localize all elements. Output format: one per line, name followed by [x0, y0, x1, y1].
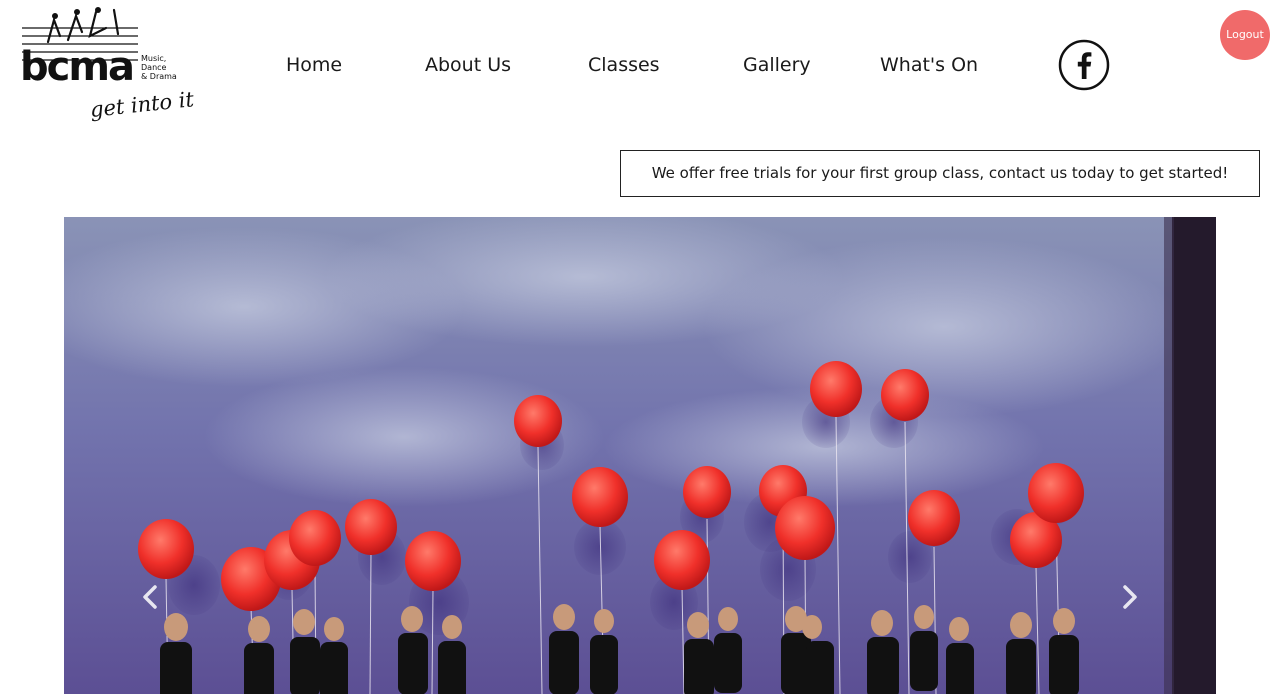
logo-tagline-2: Dance [141, 63, 167, 72]
logo-tagline-1: Music, [141, 54, 166, 63]
page: bcma Music, Dance & Drama get into it! H… [0, 0, 1280, 694]
chevron-right-icon [1123, 585, 1137, 609]
nav-whats-on[interactable]: What's On [880, 50, 978, 80]
logo-wordmark: bcma [20, 44, 133, 90]
facebook-icon[interactable] [1058, 39, 1110, 91]
carousel-prev-button[interactable] [130, 577, 170, 617]
site-logo[interactable]: bcma Music, Dance & Drama get into it! [18, 6, 194, 124]
nav-gallery[interactable]: Gallery [743, 50, 811, 80]
logo-slogan: get into it! [89, 86, 194, 122]
logout-button[interactable]: Logout [1220, 10, 1270, 60]
nav-about-us[interactable]: About Us [425, 50, 511, 80]
carousel-slide-image [64, 217, 1216, 694]
logo-graphic: bcma Music, Dance & Drama get into it! [20, 7, 194, 122]
carousel-next-button[interactable] [1110, 577, 1150, 617]
free-trial-banner: We offer free trials for your first grou… [620, 150, 1260, 197]
nav-home[interactable]: Home [286, 50, 342, 80]
hero-carousel [64, 217, 1216, 694]
logo-tagline-3: & Drama [141, 72, 177, 81]
nav-classes[interactable]: Classes [588, 50, 660, 80]
chevron-left-icon [143, 585, 157, 609]
